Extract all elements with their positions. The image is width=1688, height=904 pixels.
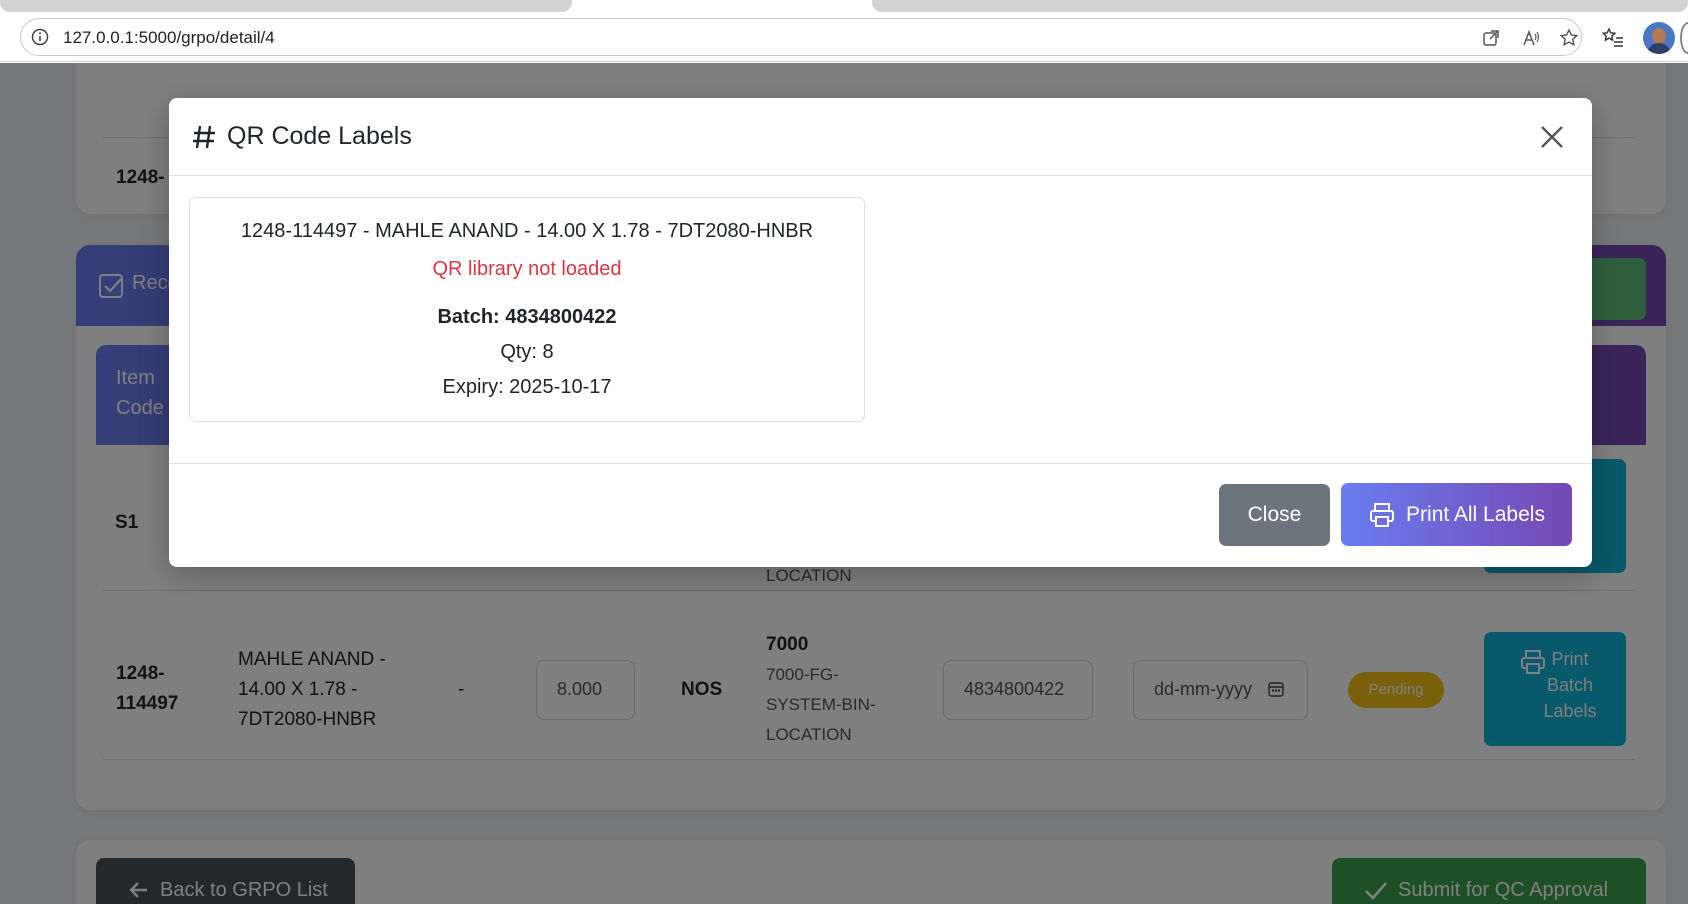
- profile-ring: [1680, 22, 1688, 54]
- qr-label-card: 1248-114497 - MAHLE ANAND - 14.00 X 1.78…: [189, 197, 865, 422]
- hash-icon: [193, 125, 215, 148]
- browser-tab[interactable]: [872, 0, 1688, 12]
- label-expiry: Expiry: 2025-10-17: [442, 376, 612, 398]
- qr-error-message: QR library not loaded: [432, 258, 622, 280]
- open-external-icon[interactable]: [1481, 28, 1501, 48]
- read-aloud-icon[interactable]: [1521, 28, 1541, 48]
- browser-toolbar: 127.0.0.1:5000/grpo/detail/4: [0, 14, 1688, 62]
- modal-title: QR Code Labels: [191, 122, 412, 151]
- print-all-labels-button[interactable]: Print All Labels: [1341, 483, 1572, 546]
- printer-icon: [1370, 502, 1395, 527]
- url-text[interactable]: 127.0.0.1:5000/grpo/detail/4: [63, 28, 275, 48]
- browser-tab[interactable]: [0, 0, 572, 12]
- label-batch: Batch: 4834800422: [437, 306, 617, 328]
- modal-header: QR Code Labels: [169, 98, 1592, 176]
- info-icon[interactable]: [31, 28, 49, 46]
- label-qty: Qty: 8: [500, 341, 554, 363]
- qr-code-labels-modal: QR Code Labels 1248-114497 - MAHLE ANAND…: [169, 98, 1592, 567]
- tab-strip: [0, 0, 1688, 14]
- profile-avatar[interactable]: [1643, 22, 1675, 54]
- label-item-title: 1248-114497 - MAHLE ANAND - 14.00 X 1.78…: [240, 220, 814, 242]
- close-button[interactable]: Close: [1219, 484, 1330, 546]
- modal-footer: Close Print All Labels: [169, 463, 1592, 567]
- favorites-list-icon[interactable]: [1601, 26, 1625, 50]
- favorite-star-icon[interactable]: [1559, 28, 1579, 48]
- address-bar[interactable]: 127.0.0.1:5000/grpo/detail/4: [20, 18, 1582, 56]
- close-icon[interactable]: [1537, 122, 1567, 152]
